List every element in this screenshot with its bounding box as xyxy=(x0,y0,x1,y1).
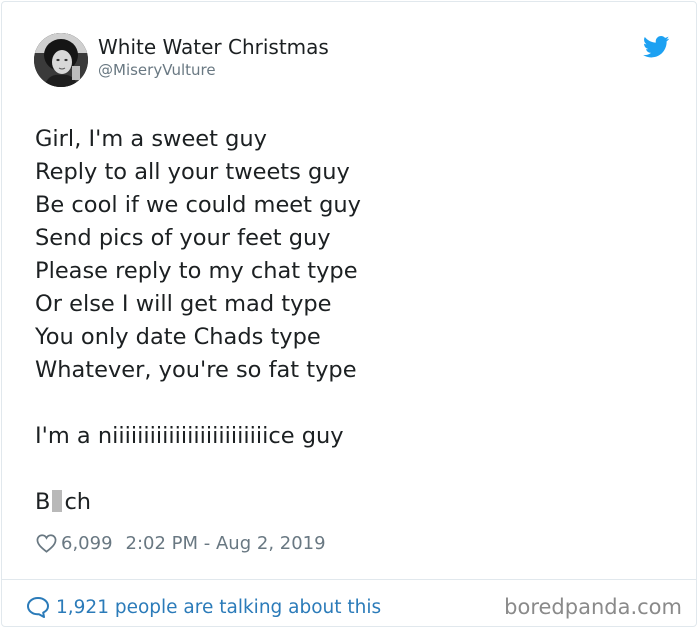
tweet-line: Reply to all your tweets guy xyxy=(35,159,350,185)
avatar[interactable] xyxy=(34,33,88,87)
sign-off-start: B xyxy=(35,489,51,515)
avatar-photo xyxy=(34,33,88,87)
tweet-meta: 6,099 2:02 PM - Aug 2, 2019 xyxy=(36,531,326,555)
tweet-line: Girl, I'm a sweet guy xyxy=(35,126,267,152)
sign-off-end: ch xyxy=(64,489,92,515)
tweet-line: Be cool if we could meet guy xyxy=(35,192,361,218)
censor-block xyxy=(52,490,63,512)
twitter-bird-icon[interactable] xyxy=(643,36,670,58)
user-handle[interactable]: @MiseryVulture xyxy=(98,61,216,79)
timestamp[interactable]: 2:02 PM - Aug 2, 2019 xyxy=(126,533,326,554)
like-count[interactable]: 6,099 xyxy=(61,533,113,554)
tweet-card: White Water Christmas @MiseryVulture Gir… xyxy=(1,1,697,627)
tweet-line-nice: I'm a niiiiiiiiiiiiiiiiiiiiiiiiice guy xyxy=(35,423,344,449)
tweet-line: Send pics of your feet guy xyxy=(35,225,331,251)
tweet-line: Or else I will get mad type xyxy=(35,291,332,317)
tweet-line: Whatever, you're so fat type xyxy=(35,357,357,383)
tweet-text: Girl, I'm a sweet guy Reply to all your … xyxy=(35,123,361,519)
tweet-sign-off: Bch xyxy=(35,486,361,519)
heart-icon[interactable] xyxy=(36,533,57,553)
tweet-line: You only date Chads type xyxy=(35,324,321,350)
watermark: boredpanda.com xyxy=(504,595,682,619)
tweet-line: Please reply to my chat type xyxy=(35,258,358,284)
comment-bubble-icon xyxy=(27,597,49,618)
conversation-link[interactable]: 1,921 people are talking about this xyxy=(26,594,381,620)
divider xyxy=(2,579,696,580)
conversation-text[interactable]: 1,921 people are talking about this xyxy=(56,597,381,618)
display-name[interactable]: White Water Christmas xyxy=(98,35,329,59)
